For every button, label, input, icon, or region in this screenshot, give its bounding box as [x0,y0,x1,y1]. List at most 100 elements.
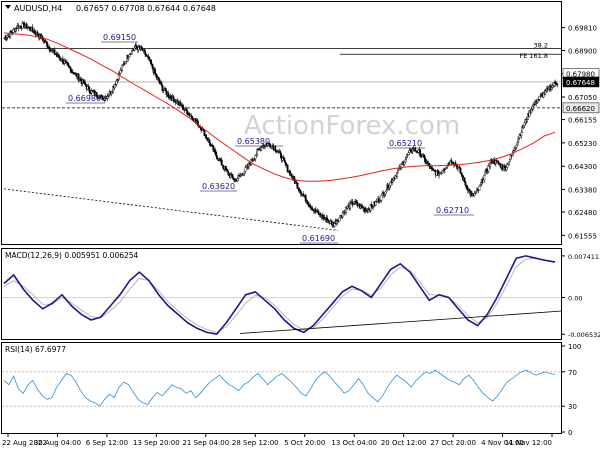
candle-body [85,84,87,87]
price-y-tick-label: 0.69810 [568,25,597,33]
candle-body [179,102,182,106]
macd-y-tick-label: -0.006532 [568,331,600,339]
candle-body [508,161,510,165]
candle-body [69,67,72,70]
candle-body [45,40,48,44]
candle-body [48,47,51,51]
candle-body [516,142,519,146]
candle-body [290,173,293,177]
candle-body [515,144,518,148]
candle-body [466,185,468,190]
candle-body [446,165,449,168]
candle-body [286,164,289,172]
candle-body [482,179,485,183]
candle-body [430,166,433,169]
annotation-label: 0.69150 [103,33,136,42]
candle-body [229,174,232,178]
candle-body [21,23,24,29]
chart-window: AUDUSD,H4 0.67657 0.67708 0.67644 0.6764… [0,0,600,450]
candle-body [84,81,86,85]
candle-body [158,78,161,83]
candle-body [279,151,282,154]
candle-body [53,49,56,55]
candle-body [164,88,167,92]
candle-body [424,157,426,162]
candle-body [151,64,154,69]
candle-body [317,210,319,213]
candle-body [59,58,62,61]
candle-body [508,159,511,163]
candle-body [243,171,246,174]
price-tag-label: 0.66620 [566,105,595,113]
candle-body [154,69,156,74]
candle-body [380,194,383,201]
x-tick-label: 13 Sep 20:00 [133,439,180,447]
candle-body [341,213,344,218]
candle-body [396,171,398,177]
x-tick-label: 28 Sep 12:00 [232,439,279,447]
candle-body [550,87,553,90]
candle-body [505,167,508,171]
annotation-label: 0.65210 [389,139,422,148]
candle-body [232,176,235,180]
candle-body [346,205,349,209]
candle-body [144,50,147,55]
candle-body [46,42,49,48]
candle-body [61,58,64,64]
candle-body [194,118,197,122]
candle-body [556,83,559,85]
candle-body [6,35,9,38]
candle-body [419,149,422,157]
price-y-tick-label: 0.62480 [568,209,597,217]
candle-body [274,146,277,151]
candle-body [110,91,113,94]
candle-body [538,96,541,100]
candle-body [185,107,188,111]
candle-body [523,122,526,127]
candle-body [478,185,481,191]
candle-body [408,150,411,153]
price-y-tick-label: 0.65230 [568,140,597,148]
fib-38-label: 38.2 [534,41,548,49]
candle-body [323,216,326,220]
candle-body [160,82,163,86]
candle-body [133,47,136,50]
rsi-y-tick-label: 0 [568,429,572,437]
annotation-label: 0.63620 [202,182,235,191]
candle-body [389,182,392,186]
candle-body [243,173,245,176]
candle-body [215,155,218,159]
rsi-title: RSI(14) 67.6977 [5,345,66,354]
candle-body [191,115,193,119]
candle-body [57,54,60,58]
candle-body [115,80,118,85]
candle-body [414,147,417,152]
rsi-y-tick-label: 70 [568,369,577,377]
watermark: ActionForex.com [244,111,460,141]
candle-body [501,164,504,169]
candle-body [284,160,287,163]
candle-body [385,189,388,193]
candle-body [29,27,31,31]
candle-body [220,159,223,166]
candle-body [31,26,34,31]
candle-body [121,64,124,71]
candle-body [526,119,529,122]
candle-body [468,189,471,192]
candle-body [169,96,172,99]
candle-body [531,105,534,110]
x-tick-label: 13 Oct 04:00 [331,439,377,447]
candle-body [493,159,496,164]
candle-body [68,65,71,68]
candle-body [405,157,408,161]
candle-body [404,159,407,163]
x-tick-label: 20 Oct 12:00 [381,439,427,447]
candle-body [489,162,491,167]
candle-body [407,152,410,155]
candle-body [438,173,440,176]
candle-body [356,202,359,206]
candle-body [186,110,189,115]
candle-body [33,31,36,34]
price-y-tick-label: 0.63380 [568,186,597,194]
candle-body [396,169,399,173]
